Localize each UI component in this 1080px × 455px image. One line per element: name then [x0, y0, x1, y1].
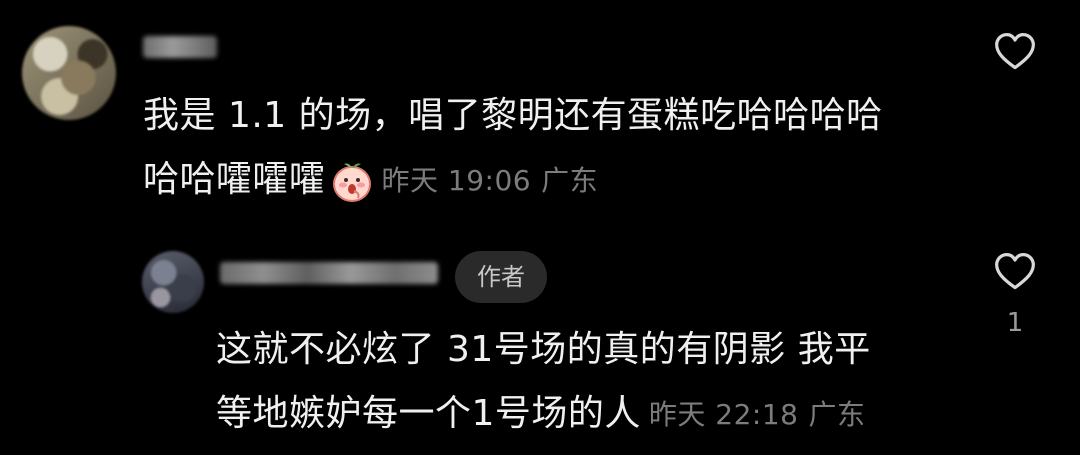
comment-time: 昨天 19:06 — [381, 164, 532, 197]
like-button[interactable] — [985, 30, 1045, 78]
heart-outline-icon — [995, 32, 1035, 70]
comment-line: 哈哈嚯嚯嚯 — [143, 159, 326, 200]
comment-line: 这就不必炫了 31号场的真的有阴影 我平 — [216, 329, 871, 370]
author-badge: 作者 — [455, 251, 547, 303]
avatar[interactable] — [22, 26, 116, 120]
comment-location: 广东 — [541, 164, 599, 197]
comment-line: 等地嫉妒每一个1号场的人 — [216, 393, 641, 434]
username-blurred[interactable] — [220, 262, 438, 284]
username-blurred[interactable] — [143, 36, 217, 58]
comment-location: 广东 — [808, 398, 866, 431]
avatar[interactable] — [142, 251, 204, 313]
like-button[interactable]: 1 — [985, 250, 1045, 338]
reply-text: 这就不必炫了 31号场的真的有阴影 我平 等地嫉妒每一个1号场的人 昨天 22:1… — [216, 318, 976, 447]
comment-line: 我是 1.1 的场，唱了黎明还有蛋糕吃哈哈哈哈 — [143, 95, 883, 136]
like-count: 1 — [1006, 308, 1024, 338]
comment-text: 我是 1.1 的场，唱了黎明还有蛋糕吃哈哈哈哈 哈哈嚯嚯嚯 昨天 19:06 广东 — [143, 84, 963, 213]
heart-outline-icon — [995, 252, 1035, 290]
comment-meta: 昨天 22:18 广东 — [649, 398, 866, 431]
comment-meta: 昨天 19:06 广东 — [382, 164, 599, 197]
peach-face-emoji — [332, 163, 371, 202]
comment-time: 昨天 22:18 — [648, 398, 799, 431]
